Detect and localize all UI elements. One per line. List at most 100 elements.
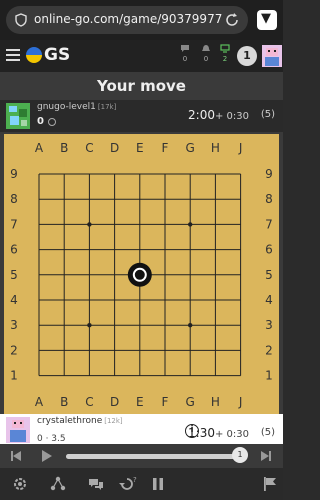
opponent-periods: (5) bbox=[260, 109, 275, 120]
bell-count: 0 bbox=[203, 55, 209, 63]
column-label: A bbox=[35, 395, 44, 409]
column-label: G bbox=[186, 395, 195, 409]
self-periods: (5) bbox=[260, 427, 275, 438]
row-label: 7 bbox=[10, 217, 18, 231]
column-label: B bbox=[60, 395, 68, 409]
logo-text: GS bbox=[44, 45, 71, 65]
column-label: A bbox=[35, 141, 44, 155]
self-byoyomi: + 0:30 bbox=[214, 429, 249, 440]
self-player-bar: crystalethrone [12k] 0 · 3.5 i 1:30+ 0:30… bbox=[0, 414, 283, 446]
row-label: 3 bbox=[10, 318, 18, 332]
column-label: G bbox=[186, 141, 195, 155]
self-name[interactable]: crystalethrone [12k] bbox=[37, 416, 123, 426]
column-label: H bbox=[211, 395, 220, 409]
star-point bbox=[188, 323, 193, 328]
hamburger-menu-icon[interactable] bbox=[6, 49, 20, 61]
opponent-name[interactable]: gnugo-level1 [17k] bbox=[37, 102, 116, 112]
opponent-avatar[interactable] bbox=[6, 103, 30, 129]
opponent-byoyomi: + 0:30 bbox=[214, 111, 249, 122]
skip-forward-icon[interactable] bbox=[258, 448, 274, 464]
row-label: 4 bbox=[265, 293, 273, 307]
address-bar[interactable]: online-go.com/game/90379977 bbox=[6, 6, 248, 34]
undo-icon[interactable]: ? bbox=[118, 476, 138, 492]
column-label: F bbox=[162, 141, 169, 155]
flag-icon[interactable] bbox=[262, 476, 278, 492]
chat-notifications[interactable]: 0 bbox=[178, 44, 192, 63]
row-label: 9 bbox=[10, 167, 18, 181]
opponent-clock: 2:00+ 0:30 bbox=[188, 108, 249, 122]
row-label: 1 bbox=[265, 369, 273, 383]
chat-icon bbox=[181, 45, 189, 52]
clock-icon bbox=[48, 118, 56, 126]
pause-icon[interactable] bbox=[150, 476, 166, 492]
row-label: 7 bbox=[265, 217, 273, 231]
column-label: E bbox=[136, 395, 144, 409]
skip-back-icon[interactable] bbox=[8, 448, 24, 464]
opponent-score: 0 bbox=[37, 116, 44, 127]
row-label: 6 bbox=[265, 243, 273, 257]
stone-black[interactable] bbox=[127, 262, 152, 287]
row-label: 2 bbox=[265, 343, 273, 357]
self-username[interactable]: crystalethrone bbox=[37, 416, 102, 426]
column-label: D bbox=[110, 395, 119, 409]
column-label: D bbox=[110, 141, 119, 155]
self-clock: 1:30+ 0:30 bbox=[188, 426, 249, 440]
row-label: 2 bbox=[10, 343, 18, 357]
row-label: 8 bbox=[265, 192, 273, 206]
star-point bbox=[87, 222, 92, 227]
column-label: E bbox=[136, 141, 144, 155]
share-icon[interactable] bbox=[50, 476, 66, 492]
app-navbar: GS 0 0 2 1 bbox=[0, 40, 283, 72]
column-label: J bbox=[238, 141, 243, 155]
self-main-time: 1:30 bbox=[188, 426, 215, 440]
star-point bbox=[87, 323, 92, 328]
column-label: B bbox=[60, 141, 68, 155]
avatar[interactable] bbox=[262, 45, 282, 67]
url-text[interactable]: online-go.com/game/90379977 bbox=[34, 12, 222, 26]
play-icon[interactable] bbox=[38, 448, 54, 464]
go-board-grid[interactable]: A A B B C C D D E E F F G G H H J J 9 9 8 8 7 7 6 6 5 5 4 4 3 3 2 2 1 1 bbox=[4, 134, 279, 414]
opponent-player-bar: gnugo-level1 [17k] 0 2:00+ 0:30 (5) bbox=[0, 100, 283, 132]
row-label: 5 bbox=[265, 268, 273, 282]
opponent-rank: [17k] bbox=[97, 103, 117, 111]
move-slider-track[interactable] bbox=[66, 454, 238, 459]
row-label: 8 bbox=[10, 192, 18, 206]
go-board[interactable]: A A B B C C D D E E F F G G H H J J 9 9 8 8 7 7 6 6 5 5 4 4 3 3 2 2 1 1 bbox=[4, 134, 279, 414]
column-label: C bbox=[85, 141, 93, 155]
playback-controls: 1 bbox=[0, 444, 283, 468]
self-rank: [12k] bbox=[104, 417, 123, 425]
shield-icon[interactable] bbox=[15, 13, 27, 27]
row-label: 9 bbox=[265, 167, 273, 181]
active-games[interactable]: 2 bbox=[218, 44, 232, 63]
games-count: 2 bbox=[222, 55, 228, 63]
chat-bubbles-icon[interactable] bbox=[88, 476, 104, 492]
reload-icon[interactable] bbox=[224, 12, 240, 28]
opponent-username[interactable]: gnugo-level1 bbox=[37, 102, 96, 112]
game-toolbar: ? bbox=[0, 468, 283, 500]
column-label: F bbox=[162, 395, 169, 409]
svg-text:?: ? bbox=[133, 476, 137, 484]
row-label: 6 bbox=[10, 243, 18, 257]
move-slider-fill bbox=[66, 454, 238, 459]
browser-toolbar: online-go.com/game/90379977 ▼ bbox=[0, 0, 283, 40]
move-slider-knob[interactable]: 1 bbox=[232, 447, 248, 463]
row-label: 1 bbox=[10, 369, 18, 383]
opponent-main-time: 2:00 bbox=[188, 108, 215, 122]
rank-badge[interactable]: 1 bbox=[237, 46, 257, 66]
board-container: A A B B C C D D E E F F G G H H J J 9 9 8 8 7 7 6 6 5 5 4 4 3 3 2 2 1 1 bbox=[0, 132, 283, 414]
column-label: J bbox=[238, 395, 243, 409]
column-label: C bbox=[85, 395, 93, 409]
bell-notifications[interactable]: 0 bbox=[199, 44, 213, 63]
brave-lion-icon[interactable]: ▼ bbox=[257, 10, 277, 30]
bell-icon bbox=[202, 45, 210, 51]
settings-icon[interactable] bbox=[12, 476, 28, 492]
monitor-icon bbox=[220, 44, 230, 53]
row-label: 4 bbox=[10, 293, 18, 307]
self-avatar[interactable] bbox=[6, 417, 30, 443]
row-label: 3 bbox=[265, 318, 273, 332]
star-point bbox=[188, 222, 193, 227]
move-status: Your move bbox=[0, 72, 283, 100]
user-avatar-icon bbox=[262, 45, 282, 67]
row-label: 5 bbox=[10, 268, 18, 282]
column-label: H bbox=[211, 141, 220, 155]
